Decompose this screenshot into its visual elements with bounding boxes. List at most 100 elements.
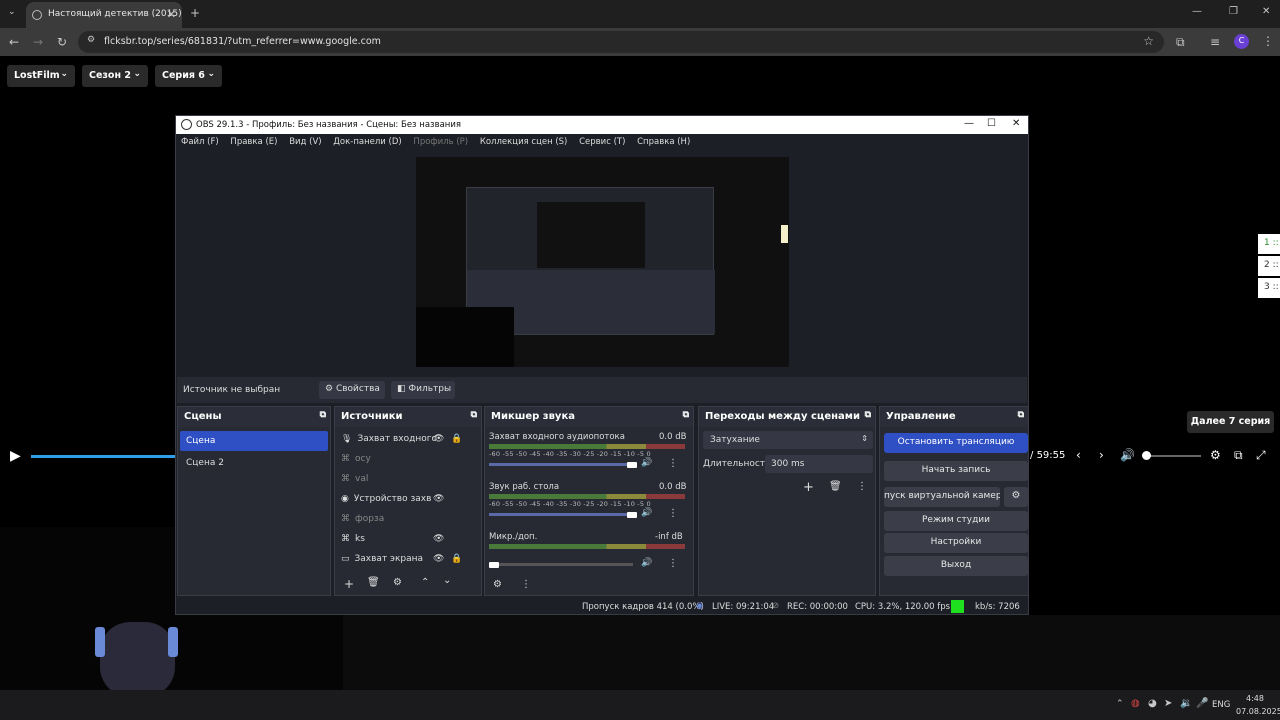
visibility-eye-icon[interactable]: 👁 bbox=[433, 534, 444, 544]
video-progress-bar[interactable] bbox=[31, 455, 175, 458]
menu-profile[interactable]: Профиль (P) bbox=[413, 137, 468, 147]
menu-view[interactable]: Вид (V) bbox=[289, 137, 321, 147]
site-info-icon[interactable]: ⚙ bbox=[87, 36, 95, 45]
forward-icon[interactable]: → bbox=[33, 36, 43, 48]
virtual-camera-settings-icon[interactable]: ⚙ bbox=[1004, 487, 1028, 507]
maximize-icon[interactable]: ❐ bbox=[1229, 7, 1238, 17]
browser-tab[interactable]: Настоящий детектив (2015) ✕ bbox=[26, 2, 182, 28]
filters-button[interactable]: ◧ Фильтры bbox=[391, 381, 455, 399]
minimize-icon[interactable]: — bbox=[1192, 7, 1202, 17]
popout-icon[interactable]: ⧉ bbox=[1234, 449, 1243, 461]
volume-slider[interactable] bbox=[1146, 455, 1201, 457]
address-bar[interactable]: ⚙ flcksbr.top/series/681831/?utm_referre… bbox=[78, 31, 1164, 53]
studio-mode-button[interactable]: Режим студии bbox=[884, 511, 1028, 531]
visibility-eye-icon[interactable]: 👁 bbox=[433, 494, 444, 504]
steam-icon[interactable]: ◕ bbox=[1148, 699, 1157, 709]
source-row[interactable]: ⌘ осу bbox=[341, 454, 471, 472]
speaker-icon[interactable]: 🔊 bbox=[641, 508, 652, 518]
stop-stream-button[interactable]: Остановить трансляцию bbox=[884, 433, 1028, 453]
next-episode-button[interactable]: Далее 7 серия bbox=[1187, 411, 1274, 433]
source-row[interactable]: ⌘ ks bbox=[341, 534, 471, 552]
clock-time[interactable]: 4:48 bbox=[1246, 694, 1264, 703]
menu-tools[interactable]: Сервис (T) bbox=[579, 137, 625, 147]
visibility-eye-icon[interactable]: 👁 bbox=[433, 434, 444, 444]
back-icon[interactable]: ← bbox=[9, 36, 19, 48]
menu-scene-collection[interactable]: Коллекция сцен (S) bbox=[480, 137, 568, 147]
channel-menu-icon[interactable]: ⋮ bbox=[668, 558, 678, 569]
menu-edit[interactable]: Правка (E) bbox=[230, 137, 277, 147]
fullscreen-icon[interactable]: ⤢ bbox=[1256, 449, 1266, 461]
settings-gear-icon[interactable]: ⚙ bbox=[1210, 449, 1221, 461]
source-row[interactable]: ⌘ форза bbox=[341, 514, 471, 532]
volume-knob[interactable] bbox=[627, 512, 637, 518]
obs-close-icon[interactable]: ✕ bbox=[1012, 118, 1020, 129]
window-close-icon[interactable]: ✕ bbox=[1262, 7, 1270, 17]
menu-kebab-icon[interactable]: ⋮ bbox=[1262, 35, 1274, 47]
scene-item-1[interactable]: Сцена bbox=[180, 431, 328, 451]
side-button-2[interactable]: 2 :: bbox=[1258, 256, 1280, 276]
undock-icon[interactable]: ⧉ bbox=[320, 410, 326, 420]
close-tab-icon[interactable]: ✕ bbox=[167, 8, 176, 21]
visibility-eye-icon[interactable]: 👁 bbox=[433, 554, 444, 564]
previous-icon[interactable]: ‹ bbox=[1076, 449, 1081, 461]
scene-item-2[interactable]: Сцена 2 bbox=[180, 453, 328, 473]
undock-icon[interactable]: ⧉ bbox=[471, 410, 477, 420]
reload-icon[interactable]: ↻ bbox=[57, 36, 67, 48]
menu-docks[interactable]: Док-панели (D) bbox=[333, 137, 401, 147]
lock-icon[interactable]: 🔒 bbox=[451, 434, 462, 444]
volume-icon[interactable]: 🔊 bbox=[1120, 449, 1135, 461]
speaker-icon[interactable]: 🔊 bbox=[641, 458, 652, 468]
season-dropdown[interactable]: Сезон 2 ⌄ bbox=[82, 65, 148, 87]
clock-date[interactable]: 07.08.2025 bbox=[1236, 707, 1280, 716]
move-up-icon[interactable]: ⌃ bbox=[421, 577, 429, 588]
new-tab-icon[interactable]: + bbox=[190, 7, 200, 19]
exit-button[interactable]: Выход bbox=[884, 556, 1028, 576]
add-source-icon[interactable]: + bbox=[344, 577, 354, 591]
volume-slider[interactable] bbox=[489, 563, 633, 566]
volume-knob[interactable] bbox=[1142, 451, 1151, 460]
volume-slider[interactable] bbox=[489, 463, 633, 466]
virtual-camera-button[interactable]: пуск виртуальной камер bbox=[884, 487, 1000, 507]
lock-icon[interactable]: 🔒 bbox=[451, 554, 462, 564]
properties-button[interactable]: ⚙ Свойства bbox=[319, 381, 385, 399]
duration-input[interactable]: 300 ms bbox=[765, 455, 873, 473]
source-row[interactable]: ⌘ val bbox=[341, 474, 471, 492]
transition-menu-icon[interactable]: ⋮ bbox=[857, 481, 867, 492]
volume-knob[interactable] bbox=[627, 462, 637, 468]
volume-knob[interactable] bbox=[489, 562, 499, 568]
source-dropdown[interactable]: LostFilm ⌄ bbox=[7, 65, 75, 87]
side-button-1[interactable]: 1 :: bbox=[1258, 234, 1280, 254]
next-icon[interactable]: › bbox=[1099, 449, 1104, 461]
menu-file[interactable]: Файл (F) bbox=[181, 137, 219, 147]
media-controls-icon[interactable]: ≡ bbox=[1210, 36, 1220, 48]
language-indicator[interactable]: ENG bbox=[1212, 700, 1230, 710]
obs-maximize-icon[interactable]: ☐ bbox=[987, 118, 996, 129]
episode-dropdown[interactable]: Серия 6 ⌄ bbox=[155, 65, 222, 87]
extensions-icon[interactable]: ⧉ bbox=[1176, 36, 1185, 48]
trash-icon[interactable]: 🗑 bbox=[829, 481, 842, 492]
trash-icon[interactable]: 🗑 bbox=[367, 577, 380, 588]
channel-menu-icon[interactable]: ⋮ bbox=[668, 508, 678, 519]
undock-icon[interactable]: ⧉ bbox=[865, 410, 871, 420]
obs-minimize-icon[interactable]: — bbox=[964, 118, 974, 129]
bookmark-star-icon[interactable]: ☆ bbox=[1143, 35, 1154, 47]
obs-preview[interactable] bbox=[416, 157, 789, 367]
menu-help[interactable]: Справка (H) bbox=[637, 137, 690, 147]
speaker-icon[interactable]: 🔊 bbox=[641, 558, 652, 568]
tray-chevron-up-icon[interactable]: ⌃ bbox=[1116, 700, 1124, 709]
move-down-icon[interactable]: ⌄ bbox=[443, 575, 451, 586]
add-transition-icon[interactable]: + bbox=[803, 480, 814, 495]
channel-menu-icon[interactable]: ⋮ bbox=[668, 458, 678, 469]
speaker-icon[interactable]: 🔉 bbox=[1180, 699, 1192, 709]
telegram-icon[interactable]: ➤ bbox=[1164, 699, 1172, 709]
tray-app-icon[interactable]: ◍ bbox=[1131, 699, 1140, 709]
settings-button[interactable]: Настройки bbox=[884, 533, 1028, 553]
source-row[interactable]: ◉ Устройство захв bbox=[341, 494, 471, 512]
transition-type-select[interactable]: Затухание ⇕ bbox=[703, 431, 873, 449]
mixer-settings-gear-icon[interactable]: ⚙ bbox=[493, 579, 502, 590]
volume-slider[interactable] bbox=[489, 513, 633, 516]
undock-icon[interactable]: ⧉ bbox=[683, 410, 689, 420]
profile-avatar[interactable]: C bbox=[1234, 34, 1249, 49]
gear-icon[interactable]: ⚙ bbox=[393, 577, 402, 588]
microphone-icon[interactable]: 🎤 bbox=[1196, 699, 1208, 709]
